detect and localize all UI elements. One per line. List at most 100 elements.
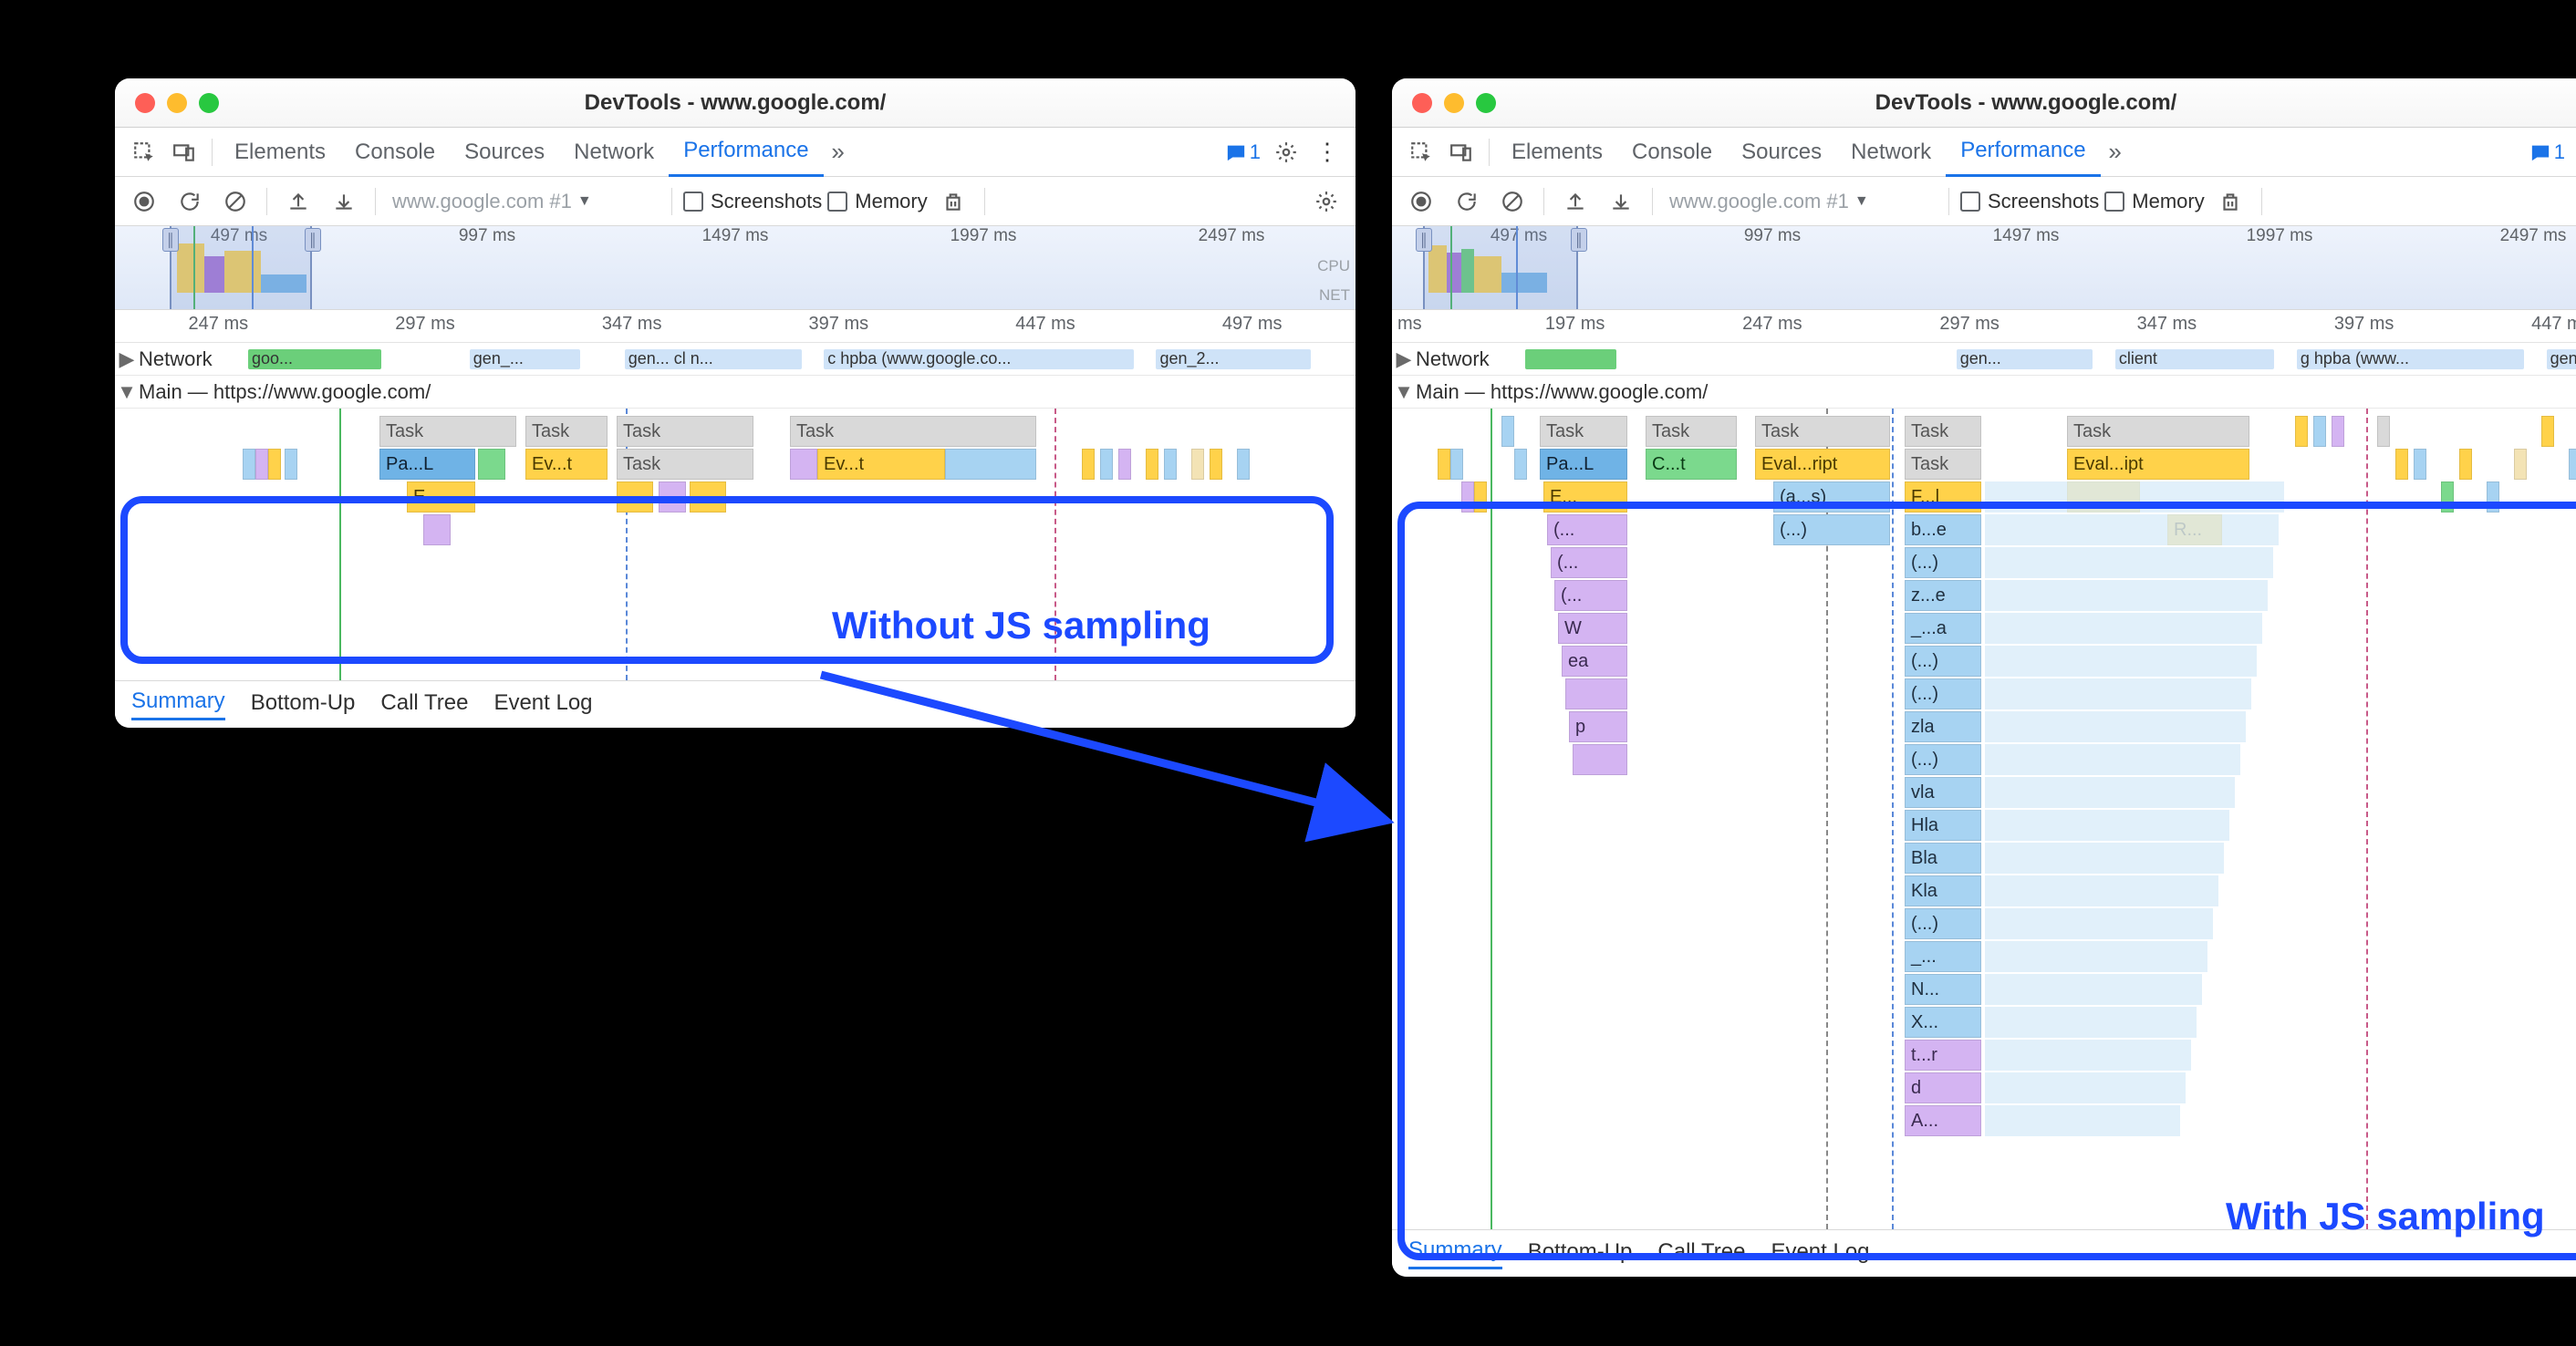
- flame-block[interactable]: [1985, 1040, 2191, 1071]
- flame-block[interactable]: [1985, 777, 2235, 808]
- reload-icon[interactable]: [170, 181, 210, 222]
- flame-block[interactable]: [1985, 580, 2268, 611]
- flame-block[interactable]: Hla: [1905, 810, 1981, 841]
- download-icon[interactable]: [1601, 181, 1641, 222]
- net-block[interactable]: g hpba (www...: [2297, 349, 2524, 369]
- flame-block[interactable]: [268, 449, 281, 480]
- zoom-icon[interactable]: [199, 93, 219, 113]
- flame-block[interactable]: (...): [1905, 547, 1981, 578]
- flame-block[interactable]: [1146, 449, 1158, 480]
- minimize-icon[interactable]: [1444, 93, 1464, 113]
- flame-block[interactable]: (...): [1905, 678, 1981, 709]
- tab-elements[interactable]: Elements: [220, 128, 340, 177]
- tab-network[interactable]: Network: [559, 128, 669, 177]
- flame-block[interactable]: [2459, 449, 2472, 480]
- net-block[interactable]: gen_2...: [1156, 349, 1311, 369]
- flame-block[interactable]: [1985, 1007, 2197, 1038]
- flame-block[interactable]: Task: [1646, 416, 1737, 447]
- flame-block[interactable]: z...e: [1905, 580, 1981, 611]
- flame-block[interactable]: vla: [1905, 777, 1981, 808]
- recording-select[interactable]: www.google.com #1▼: [1664, 190, 1937, 213]
- inspect-icon[interactable]: [124, 132, 164, 172]
- network-track[interactable]: ▶ Network goo... gen_... gen... cl n... …: [115, 343, 1356, 376]
- tab-summary[interactable]: Summary: [131, 689, 225, 720]
- minimize-icon[interactable]: [167, 93, 187, 113]
- net-block[interactable]: [1525, 349, 1616, 369]
- clear-icon[interactable]: [1492, 181, 1532, 222]
- flame-block[interactable]: [1118, 449, 1131, 480]
- chevron-right-icon[interactable]: ▶: [1392, 347, 1416, 371]
- flame-block[interactable]: [2441, 481, 2454, 513]
- flame-block[interactable]: zla: [1905, 711, 1981, 742]
- net-block[interactable]: client: [2115, 349, 2274, 369]
- gc-icon[interactable]: [2210, 181, 2250, 222]
- flame-block[interactable]: X...: [1905, 1007, 1981, 1038]
- flame-block[interactable]: [2332, 416, 2344, 447]
- flame-block[interactable]: [1985, 678, 2251, 709]
- zoom-icon[interactable]: [1476, 93, 1496, 113]
- flame-block[interactable]: Task: [1905, 449, 1981, 480]
- flame-chart[interactable]: TaskPa...LE...(...(...(...WeapTaskC...tT…: [1392, 409, 2576, 1229]
- flame-block[interactable]: Task: [379, 416, 516, 447]
- flame-block[interactable]: [1514, 449, 1527, 480]
- flame-block[interactable]: [1474, 481, 1487, 513]
- flame-block[interactable]: E...: [407, 481, 475, 513]
- record-icon[interactable]: [124, 181, 164, 222]
- flame-block[interactable]: C...t: [1646, 449, 1737, 480]
- flame-block[interactable]: [1082, 449, 1095, 480]
- capture-settings-icon[interactable]: [1306, 181, 1346, 222]
- timeline-overview[interactable]: 497 ms 997 ms 1497 ms 1997 ms 2497 ms ║ …: [115, 226, 1356, 310]
- reload-icon[interactable]: [1447, 181, 1487, 222]
- flame-block[interactable]: (...: [1551, 547, 1627, 578]
- inspect-icon[interactable]: [1401, 132, 1441, 172]
- flame-block[interactable]: [1164, 449, 1177, 480]
- flame-block[interactable]: (...): [1905, 646, 1981, 677]
- chevron-right-icon[interactable]: ▶: [115, 347, 139, 371]
- issues-badge[interactable]: 1: [1220, 139, 1266, 166]
- flame-block[interactable]: F...l: [1905, 481, 1981, 513]
- flame-block[interactable]: [1573, 744, 1627, 775]
- kebab-icon[interactable]: ⋮: [1306, 132, 1346, 172]
- tab-network[interactable]: Network: [1836, 128, 1946, 177]
- flame-block[interactable]: [1985, 1105, 2180, 1136]
- flame-block[interactable]: [1985, 514, 2279, 545]
- flame-block[interactable]: [1985, 875, 2218, 906]
- flame-block[interactable]: Task: [2067, 416, 2249, 447]
- flame-block[interactable]: [617, 481, 653, 513]
- tab-call-tree[interactable]: Call Tree: [1657, 1239, 1745, 1268]
- flame-block[interactable]: [790, 449, 817, 480]
- device-icon[interactable]: [1441, 132, 1481, 172]
- flame-block[interactable]: A...: [1905, 1105, 1981, 1136]
- flame-block[interactable]: [2313, 416, 2326, 447]
- flame-block[interactable]: Kla: [1905, 875, 1981, 906]
- flame-block[interactable]: [478, 449, 505, 480]
- flame-block[interactable]: [1985, 744, 2240, 775]
- tab-performance[interactable]: Performance: [669, 128, 823, 177]
- screenshots-checkbox[interactable]: Screenshots: [683, 190, 822, 213]
- flame-block[interactable]: [659, 481, 686, 513]
- close-icon[interactable]: [135, 93, 155, 113]
- flame-block[interactable]: [1985, 843, 2224, 874]
- flame-block[interactable]: (...): [1773, 514, 1890, 545]
- flame-block[interactable]: [1985, 711, 2246, 742]
- tab-console[interactable]: Console: [340, 128, 450, 177]
- flame-block[interactable]: (a...s): [1773, 481, 1890, 513]
- more-tabs-icon[interactable]: »: [2101, 138, 2130, 166]
- flame-block[interactable]: Pa...L: [1540, 449, 1627, 480]
- timeline-overview[interactable]: 497 ms 997 ms 1497 ms 1997 ms 2497 ms ║ …: [1392, 226, 2576, 310]
- flame-block[interactable]: [2541, 416, 2554, 447]
- flame-block[interactable]: [2487, 481, 2499, 513]
- titlebar[interactable]: DevTools - www.google.com/: [1392, 78, 2576, 128]
- flame-block[interactable]: Task: [525, 416, 608, 447]
- flame-block[interactable]: [2569, 449, 2576, 480]
- screenshots-checkbox[interactable]: Screenshots: [1960, 190, 2099, 213]
- download-icon[interactable]: [324, 181, 364, 222]
- flame-chart[interactable]: TaskTaskTaskTaskPa...LEv...tTaskEv...tE.…: [115, 409, 1356, 680]
- recording-select[interactable]: www.google.com #1▼: [387, 190, 660, 213]
- flame-block[interactable]: Ev...t: [525, 449, 608, 480]
- flame-block[interactable]: [1985, 810, 2229, 841]
- main-track-header[interactable]: ▼ Main — https://www.google.com/: [1392, 376, 2576, 409]
- flame-block[interactable]: t...r: [1905, 1040, 1981, 1071]
- flame-block[interactable]: (...): [1905, 744, 1981, 775]
- tab-bottom-up[interactable]: Bottom-Up: [1528, 1239, 1633, 1268]
